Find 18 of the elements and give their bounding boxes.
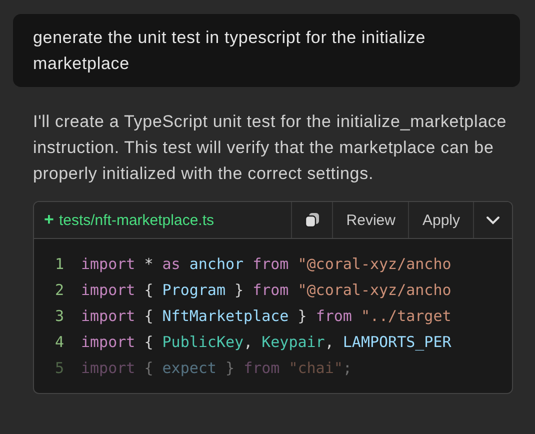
code-line: import { expect } from "chai"; bbox=[81, 359, 352, 377]
file-path[interactable]: tests/nft-marketplace.ts bbox=[58, 212, 214, 228]
code-line: import * as anchor from "@coral-xyz/ancho bbox=[81, 255, 452, 273]
action-button[interactable]: Apply bbox=[408, 202, 473, 238]
chevron-icon bbox=[486, 216, 500, 224]
added-file-mark: + bbox=[44, 210, 54, 230]
code-line: import { PublicKey, Keypair, LAMPORTS_PER bbox=[81, 333, 452, 351]
line-number: 3 bbox=[54, 307, 64, 325]
line-number: 2 bbox=[54, 281, 64, 299]
line-number: 4 bbox=[54, 333, 64, 351]
code-line: import { Program } from "@coral-xyz/ancho bbox=[81, 281, 452, 299]
action-button[interactable]: Review bbox=[332, 202, 408, 238]
code-line: import { NftMarketplace } from "../target bbox=[81, 307, 452, 325]
assistant-message: I'll create a TypeScript unit test for the initialize_marketplace instruction. This test will verify that the marketplace can be properly initialized with the correct settings. bbox=[33, 111, 508, 185]
user-message: generate the unit test in typescript for the initialize marketplace bbox=[13, 14, 520, 87]
line-number: 5 bbox=[54, 359, 64, 377]
line-number: 1 bbox=[54, 255, 64, 273]
copy-icon bbox=[304, 212, 320, 228]
